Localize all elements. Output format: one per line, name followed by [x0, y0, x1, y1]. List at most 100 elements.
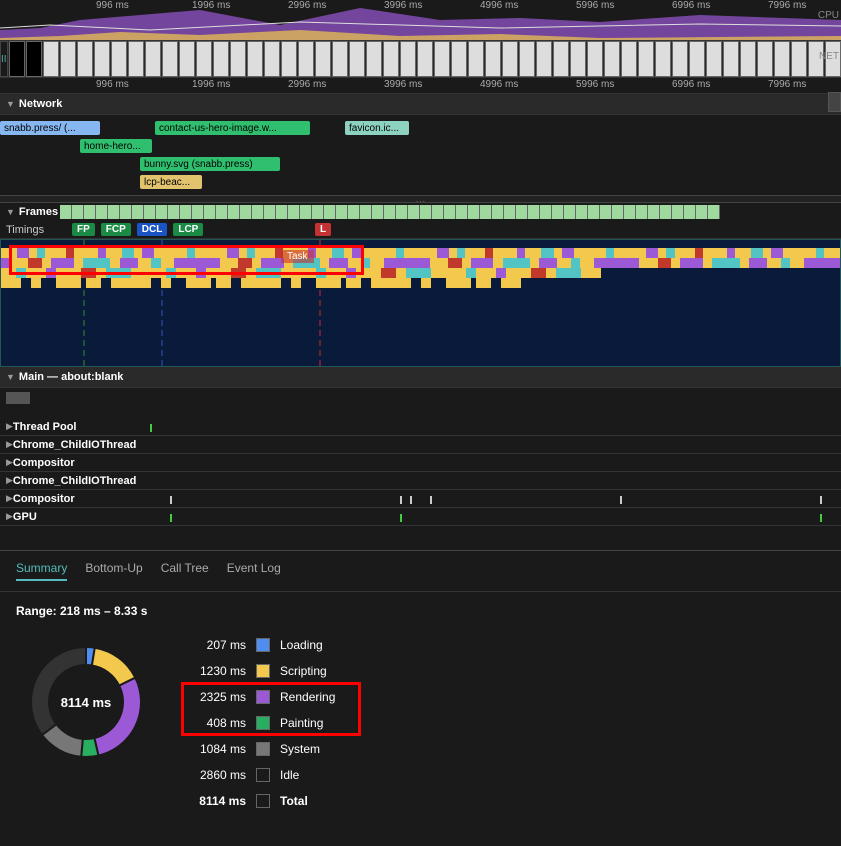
filmstrip-frame[interactable]	[519, 41, 535, 77]
frame-item[interactable]	[360, 205, 372, 219]
filmstrip-frame[interactable]	[349, 41, 365, 77]
filmstrip-frame[interactable]	[434, 41, 450, 77]
filmstrip-frame[interactable]	[400, 41, 416, 77]
frame-item[interactable]	[300, 205, 312, 219]
frame-item[interactable]	[96, 205, 108, 219]
timings-track[interactable]: Timings FPFCPDCLLCPL	[0, 221, 841, 239]
tab-call-tree[interactable]: Call Tree	[161, 561, 209, 581]
timing-badge-fp[interactable]: FP	[72, 223, 95, 236]
filmstrip-frame[interactable]	[672, 41, 688, 77]
frame-item[interactable]	[192, 205, 204, 219]
flame-row[interactable]	[1, 278, 840, 288]
thread-pool-track[interactable]: ▶ Thread Pool	[0, 418, 841, 436]
filmstrip-frame[interactable]	[502, 41, 518, 77]
filmstrip-frame[interactable]	[281, 41, 297, 77]
frame-item[interactable]	[228, 205, 240, 219]
filmstrip-frame[interactable]	[26, 41, 42, 77]
frame-item[interactable]	[420, 205, 432, 219]
frame-item[interactable]	[144, 205, 156, 219]
filmstrip-frame[interactable]	[774, 41, 790, 77]
filmstrip-frame[interactable]	[689, 41, 705, 77]
frame-item[interactable]	[72, 205, 84, 219]
frame-item[interactable]	[288, 205, 300, 219]
filmstrip-frame[interactable]	[570, 41, 586, 77]
filmstrip-frame[interactable]	[451, 41, 467, 77]
frame-item[interactable]	[540, 205, 552, 219]
frame-item[interactable]	[432, 205, 444, 219]
filmstrip-frame[interactable]	[332, 41, 348, 77]
frame-item[interactable]	[480, 205, 492, 219]
filmstrip-frame[interactable]	[298, 41, 314, 77]
timing-badge-fcp[interactable]: FCP	[101, 223, 131, 236]
frame-item[interactable]	[672, 205, 684, 219]
filmstrip-frame[interactable]	[417, 41, 433, 77]
network-item[interactable]: favicon.ic...	[345, 121, 409, 135]
overview-timeline[interactable]: CPU 996 ms1996 ms2996 ms3996 ms4996 ms59…	[0, 0, 841, 40]
frame-item[interactable]	[384, 205, 396, 219]
filmstrip-frame[interactable]	[196, 41, 212, 77]
frame-item[interactable]	[444, 205, 456, 219]
filmstrip-frame[interactable]	[536, 41, 552, 77]
frame-item[interactable]	[528, 205, 540, 219]
timing-badge-dcl[interactable]: DCL	[137, 223, 168, 236]
filmstrip-frame[interactable]	[706, 41, 722, 77]
frame-item[interactable]	[552, 205, 564, 219]
filmstrip-frame[interactable]	[791, 41, 807, 77]
frame-item[interactable]	[108, 205, 120, 219]
frame-item[interactable]	[204, 205, 216, 219]
filmstrip-pause[interactable]: II	[0, 41, 8, 77]
filmstrip-frame[interactable]	[553, 41, 569, 77]
filmstrip-frame[interactable]	[94, 41, 110, 77]
frames-track[interactable]: ▼ Frames 5.3 ms	[0, 203, 841, 221]
filmstrip-frame[interactable]	[621, 41, 637, 77]
frame-item[interactable]	[588, 205, 600, 219]
frame-item[interactable]	[636, 205, 648, 219]
frame-item[interactable]	[336, 205, 348, 219]
frame-item[interactable]	[504, 205, 516, 219]
filmstrip-frame[interactable]	[162, 41, 178, 77]
tab-bottom-up[interactable]: Bottom-Up	[85, 561, 142, 581]
filmstrip-frame[interactable]	[468, 41, 484, 77]
filmstrip-frame[interactable]	[604, 41, 620, 77]
frame-item[interactable]	[492, 205, 504, 219]
filmstrip-frame[interactable]	[9, 41, 25, 77]
filmstrip-frame[interactable]	[247, 41, 263, 77]
filmstrip-frame[interactable]	[757, 41, 773, 77]
tab-event-log[interactable]: Event Log	[227, 561, 281, 581]
filmstrip-frame[interactable]	[128, 41, 144, 77]
childio-track-2[interactable]: ▶ Chrome_ChildIOThread	[0, 472, 841, 490]
frame-item[interactable]	[216, 205, 228, 219]
frame-item[interactable]	[696, 205, 708, 219]
filmstrip-frame[interactable]	[638, 41, 654, 77]
frame-item[interactable]	[516, 205, 528, 219]
frame-item[interactable]	[180, 205, 192, 219]
frame-item[interactable]	[156, 205, 168, 219]
frame-item[interactable]	[612, 205, 624, 219]
frame-item[interactable]	[372, 205, 384, 219]
frame-item[interactable]	[348, 205, 360, 219]
filmstrip-frame[interactable]	[213, 41, 229, 77]
frame-item[interactable]	[252, 205, 264, 219]
filmstrip-frame[interactable]	[111, 41, 127, 77]
frame-item[interactable]	[456, 205, 468, 219]
main-about-body[interactable]	[0, 388, 841, 418]
filmstrip-frame[interactable]	[264, 41, 280, 77]
frame-item[interactable]	[60, 205, 72, 219]
main-track[interactable]: Task	[0, 239, 841, 367]
filmstrip-frame[interactable]	[366, 41, 382, 77]
frame-item[interactable]	[408, 205, 420, 219]
resize-handle[interactable]: ···	[0, 195, 841, 203]
frame-item[interactable]	[564, 205, 576, 219]
frame-item[interactable]	[624, 205, 636, 219]
main-about-header[interactable]: ▼ Main — about:blank	[0, 367, 841, 388]
frame-item[interactable]	[648, 205, 660, 219]
ruler[interactable]: 996 ms1996 ms2996 ms3996 ms4996 ms5996 m…	[0, 78, 841, 94]
timing-badge-lcp[interactable]: LCP	[173, 223, 203, 236]
frame-item[interactable]	[660, 205, 672, 219]
filmstrip-frame[interactable]	[485, 41, 501, 77]
frame-item[interactable]	[264, 205, 276, 219]
filmstrip-frame[interactable]	[43, 41, 59, 77]
filmstrip-frame[interactable]	[60, 41, 76, 77]
frame-item[interactable]	[132, 205, 144, 219]
frame-item[interactable]	[168, 205, 180, 219]
